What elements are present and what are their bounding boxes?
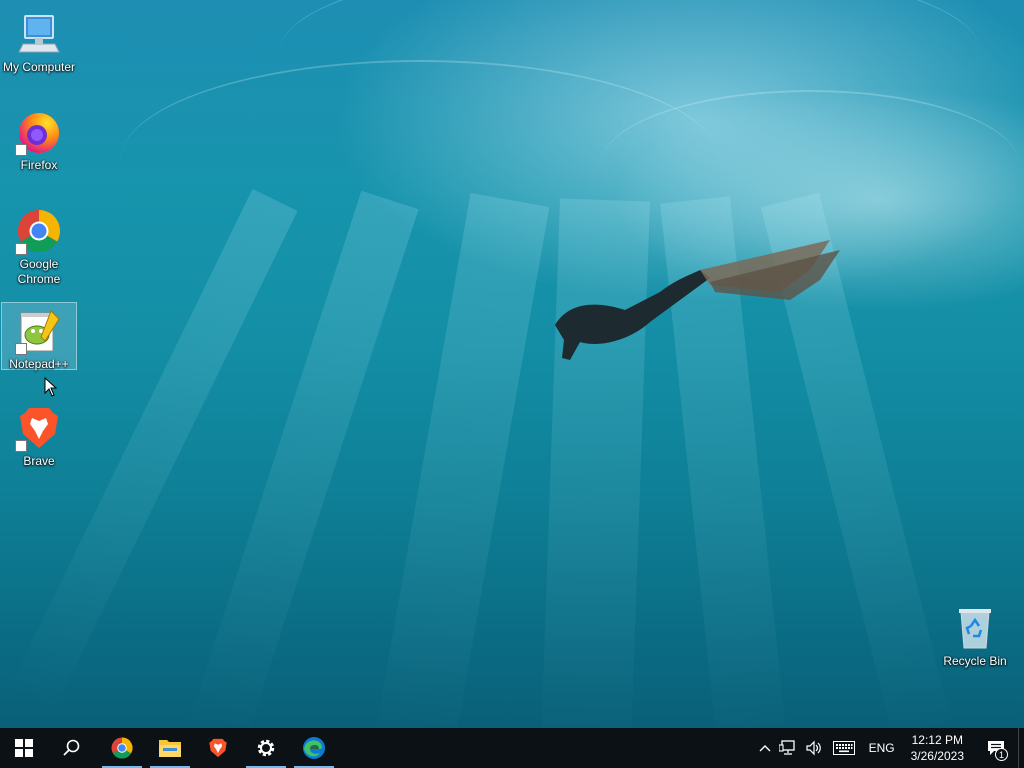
keyboard-icon — [832, 741, 855, 755]
wallpaper-ray — [373, 193, 550, 759]
brave-icon — [209, 738, 227, 758]
edge-icon — [303, 737, 325, 759]
taskbar-app-settings[interactable] — [242, 728, 290, 768]
search-icon — [63, 739, 80, 756]
wallpaper-diver — [555, 240, 840, 360]
notification-count-badge: 1 — [995, 748, 1008, 761]
search-button[interactable] — [48, 728, 96, 768]
clock[interactable]: 12:12 PM 3/26/2023 — [903, 732, 974, 764]
taskbar: ENG 12:12 PM 3/26/2023 1 — [0, 728, 1024, 768]
action-center-button[interactable]: 1 — [974, 728, 1018, 768]
taskbar-app-chrome[interactable] — [98, 728, 146, 768]
chevron-up-icon — [759, 745, 771, 752]
mouse-cursor-icon — [44, 377, 58, 397]
touch-keyboard-button[interactable] — [827, 728, 861, 768]
desktop-icon-firefox[interactable]: Firefox — [1, 104, 77, 173]
desktop-icon-label: My Computer — [2, 60, 76, 74]
shortcut-arrow-icon — [15, 144, 27, 156]
start-button[interactable] — [0, 728, 48, 768]
clock-time: 12:12 PM — [911, 733, 963, 747]
network-button[interactable] — [775, 728, 801, 768]
input-language-indicator[interactable]: ENG — [861, 728, 903, 768]
windows-start-icon — [15, 739, 33, 757]
taskbar-app-file-explorer[interactable] — [146, 728, 194, 768]
desktop-icon-label: Brave — [23, 454, 55, 468]
volume-icon — [805, 740, 821, 756]
desktop-icon-recycle-bin[interactable]: Recycle Bin — [937, 600, 1013, 669]
taskbar-app-edge[interactable] — [290, 728, 338, 768]
show-hidden-icons-button[interactable] — [755, 728, 775, 768]
desktop-icon-my-computer[interactable]: My Computer — [1, 6, 77, 75]
folder-icon — [159, 740, 181, 757]
clock-date: 3/26/2023 — [910, 749, 964, 763]
brave-icon — [15, 404, 63, 452]
desktop-icon-label: Notepad++ — [9, 357, 69, 371]
network-icon — [778, 740, 795, 755]
wallpaper-wave — [600, 90, 1020, 242]
recycle-bin-icon — [951, 604, 999, 652]
chrome-icon — [15, 207, 63, 255]
desktop-icon-label: Google Chrome — [17, 257, 61, 286]
chrome-icon — [111, 737, 133, 759]
system-tray: ENG 12:12 PM 3/26/2023 1 — [755, 728, 1024, 768]
shortcut-arrow-icon — [15, 343, 27, 355]
desktop-icon-brave[interactable]: Brave — [1, 400, 77, 469]
firefox-icon — [15, 108, 63, 156]
computer-icon — [15, 10, 63, 58]
desktop-icon-label: Firefox — [20, 158, 58, 172]
notepad-plus-plus-icon — [15, 307, 63, 355]
desktop-icon-notepad-plus-plus[interactable]: Notepad++ — [1, 302, 77, 371]
taskbar-app-brave[interactable] — [194, 728, 242, 768]
shortcut-arrow-icon — [15, 243, 27, 255]
desktop-icon-label: Recycle Bin — [943, 654, 1007, 668]
desktop[interactable]: My Computer Firefox Google Chrome Notepa… — [0, 0, 1024, 768]
desktop-icon-google-chrome[interactable]: Google Chrome — [1, 203, 77, 287]
show-desktop-button[interactable] — [1018, 728, 1024, 768]
shortcut-arrow-icon — [15, 440, 27, 452]
gear-icon — [257, 739, 275, 757]
volume-button[interactable] — [801, 728, 827, 768]
